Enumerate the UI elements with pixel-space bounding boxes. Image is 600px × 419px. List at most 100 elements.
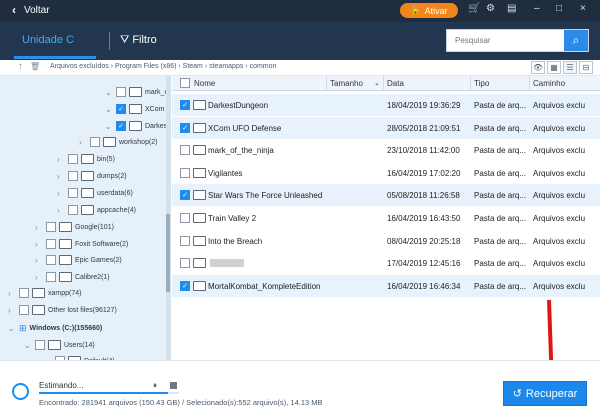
row-checkbox[interactable]: ✓ (180, 190, 190, 201)
expand-right-icon[interactable]: › (35, 256, 43, 265)
expand-down-icon[interactable]: ⌄ (105, 88, 113, 97)
back-arrow-icon[interactable]: ‹ (12, 3, 16, 17)
tree-item[interactable]: ⌄ mark_of (105, 84, 170, 100)
up-arrow-icon[interactable]: ↑ (18, 61, 23, 72)
cart-icon[interactable]: 🛒 (468, 3, 480, 14)
back-label[interactable]: Voltar (24, 5, 50, 16)
sort-down-icon[interactable]: ⌄ (374, 79, 380, 87)
breadcrumb[interactable]: Arquivos excluídos › Program Files (x86)… (50, 63, 276, 70)
tree-item[interactable]: › xampp(74) (8, 285, 81, 301)
stop-icon[interactable] (170, 382, 177, 389)
recover-button[interactable]: ↺ Recuperar (503, 381, 587, 406)
table-row[interactable]: 17/04/2019 12:45:16 Pasta de arq... Arquiv… (172, 252, 600, 274)
tree-scroll-thumb[interactable] (166, 214, 170, 292)
tree-item-checkbox[interactable] (68, 188, 78, 198)
column-name[interactable]: Nome (194, 79, 215, 88)
expand-right-icon[interactable]: › (57, 206, 65, 215)
menu-icon[interactable]: ▤ (507, 3, 516, 14)
expand-down-icon[interactable]: ⌄ (24, 341, 32, 350)
tree-item-checkbox[interactable] (68, 171, 78, 181)
tree-item-checkbox[interactable] (46, 239, 56, 249)
tree-item-checkbox[interactable] (35, 340, 45, 350)
tree-scrollbar[interactable] (166, 76, 170, 360)
column-size[interactable]: Tamanho (330, 79, 363, 88)
grid-view-icon[interactable]: ▦ (547, 61, 561, 74)
tree-item-checkbox[interactable] (68, 154, 78, 164)
expand-right-icon[interactable]: › (8, 289, 16, 298)
header-select-all-checkbox[interactable] (180, 78, 190, 88)
close-icon[interactable]: × (580, 3, 586, 14)
expand-right-icon[interactable]: › (35, 240, 43, 249)
tree-item-checkbox[interactable] (90, 137, 100, 147)
expand-right-icon[interactable]: › (57, 189, 65, 198)
tree-item-checkbox[interactable]: ✓ (116, 104, 126, 114)
search-box[interactable]: ⌕ (446, 29, 589, 52)
tree-item[interactable]: › Google(101) (35, 219, 114, 235)
tree-item[interactable]: ⌄ ⊞ Windows (C:)(155660) (8, 320, 102, 336)
expand-right-icon[interactable]: › (8, 306, 16, 315)
row-checkbox[interactable]: ✓ (180, 280, 190, 291)
tree-item[interactable]: ⌄ ✓ XCom U (105, 101, 170, 117)
detail-view-icon[interactable]: ⊟ (579, 61, 593, 74)
expand-right-icon[interactable]: › (57, 155, 65, 164)
expand-right-icon[interactable]: › (35, 273, 43, 282)
row-checkbox[interactable] (180, 213, 190, 223)
tree-item-checkbox[interactable] (19, 305, 29, 315)
row-checkbox[interactable]: ✓ (180, 100, 190, 110)
settings-icon[interactable]: ⚙ (486, 3, 495, 14)
expand-right-icon[interactable]: › (79, 138, 87, 147)
column-path[interactable]: Caminho (533, 79, 565, 88)
tree-item-checkbox[interactable] (46, 222, 56, 232)
minimize-icon[interactable]: – (534, 3, 540, 14)
column-date[interactable]: Data (387, 79, 404, 88)
table-row[interactable]: Vigilantes 16/04/2019 17:02:20 Pasta de ar… (172, 162, 600, 184)
tree-item[interactable]: › bin(5) (57, 151, 115, 167)
row-checkbox[interactable] (180, 235, 190, 246)
tree-item[interactable]: › Calibre2(1) (35, 269, 110, 285)
filter-button[interactable]: ⛛ Filtro (120, 34, 157, 47)
expand-down-icon[interactable]: ⌄ (105, 105, 113, 114)
column-type[interactable]: Tipo (474, 79, 489, 88)
table-row[interactable]: ✓ DarkestDungeon 18/04/2019 19:36:29 Pasta … (172, 94, 600, 116)
list-view-icon[interactable]: ☰ (563, 61, 577, 74)
row-checkbox[interactable] (180, 145, 190, 156)
tree-item[interactable]: › Other lost files(96127) (8, 302, 117, 318)
tree-item-checkbox[interactable] (68, 205, 78, 215)
search-icon[interactable]: ⌕ (564, 30, 588, 51)
pause-icon[interactable]: ⏸ (153, 381, 157, 391)
tree-item-checkbox[interactable] (116, 87, 126, 97)
expand-down-icon[interactable]: ⌄ (105, 122, 113, 131)
tree-item[interactable]: › Foxit Software(2) (35, 236, 128, 252)
row-checkbox[interactable] (180, 167, 190, 178)
tree-item[interactable]: ⌄✓DarkestD (105, 118, 170, 134)
row-checkbox[interactable]: ✓ (180, 122, 190, 133)
tree-item[interactable]: › Epic Games(2) (35, 252, 122, 268)
table-row[interactable]: ✓ MortalKombat_KompleteEdition 16/04/2019 … (172, 274, 600, 297)
expand-right-icon[interactable]: › (57, 172, 65, 181)
expand-right-icon[interactable]: › (35, 223, 43, 232)
tree-item[interactable]: › dumps(2) (57, 168, 127, 184)
tree-item[interactable]: › workshop(2) (79, 134, 158, 150)
tree-item[interactable]: › appcache(4) (57, 202, 136, 218)
preview-icon[interactable]: 👁 (531, 61, 545, 74)
table-row[interactable]: ✓ Star Wars The Force Unleashed 05/08/2018… (172, 184, 600, 207)
tree-item-checkbox[interactable] (46, 272, 56, 282)
tree-item-checkbox[interactable]: ✓ (116, 121, 126, 131)
folder-icon (32, 305, 45, 315)
table-row[interactable]: Train Valley 2 16/04/2019 16:43:50 Pasta d… (172, 207, 600, 229)
activate-button[interactable]: 🔓 Ativar (400, 3, 458, 18)
table-row[interactable]: Into the Breach 08/04/2019 20:25:18 Pasta … (172, 230, 600, 252)
table-row[interactable]: ✓ XCom UFO Defense 28/05/2018 21:09:51 Past… (172, 116, 600, 139)
tree-item[interactable]: › userdata(6) (57, 185, 133, 201)
maximize-icon[interactable]: □ (556, 3, 562, 14)
search-input[interactable] (447, 30, 565, 51)
expand-down-icon[interactable]: ⌄ (8, 324, 16, 333)
row-checkbox[interactable] (180, 258, 190, 269)
tree-item[interactable]: ⌄ Users(14) (24, 337, 95, 353)
tree-item-checkbox[interactable] (19, 288, 29, 298)
tree-item-checkbox[interactable] (46, 255, 56, 265)
table-row[interactable]: mark_of_the_ninja 23/10/2018 11:42:00 Past… (172, 139, 600, 161)
row-path: Arquivos exclu (533, 281, 586, 291)
tab-unidade-c[interactable]: Unidade C (22, 34, 74, 46)
tree-item[interactable]: ⌄Default(4) (44, 353, 115, 360)
